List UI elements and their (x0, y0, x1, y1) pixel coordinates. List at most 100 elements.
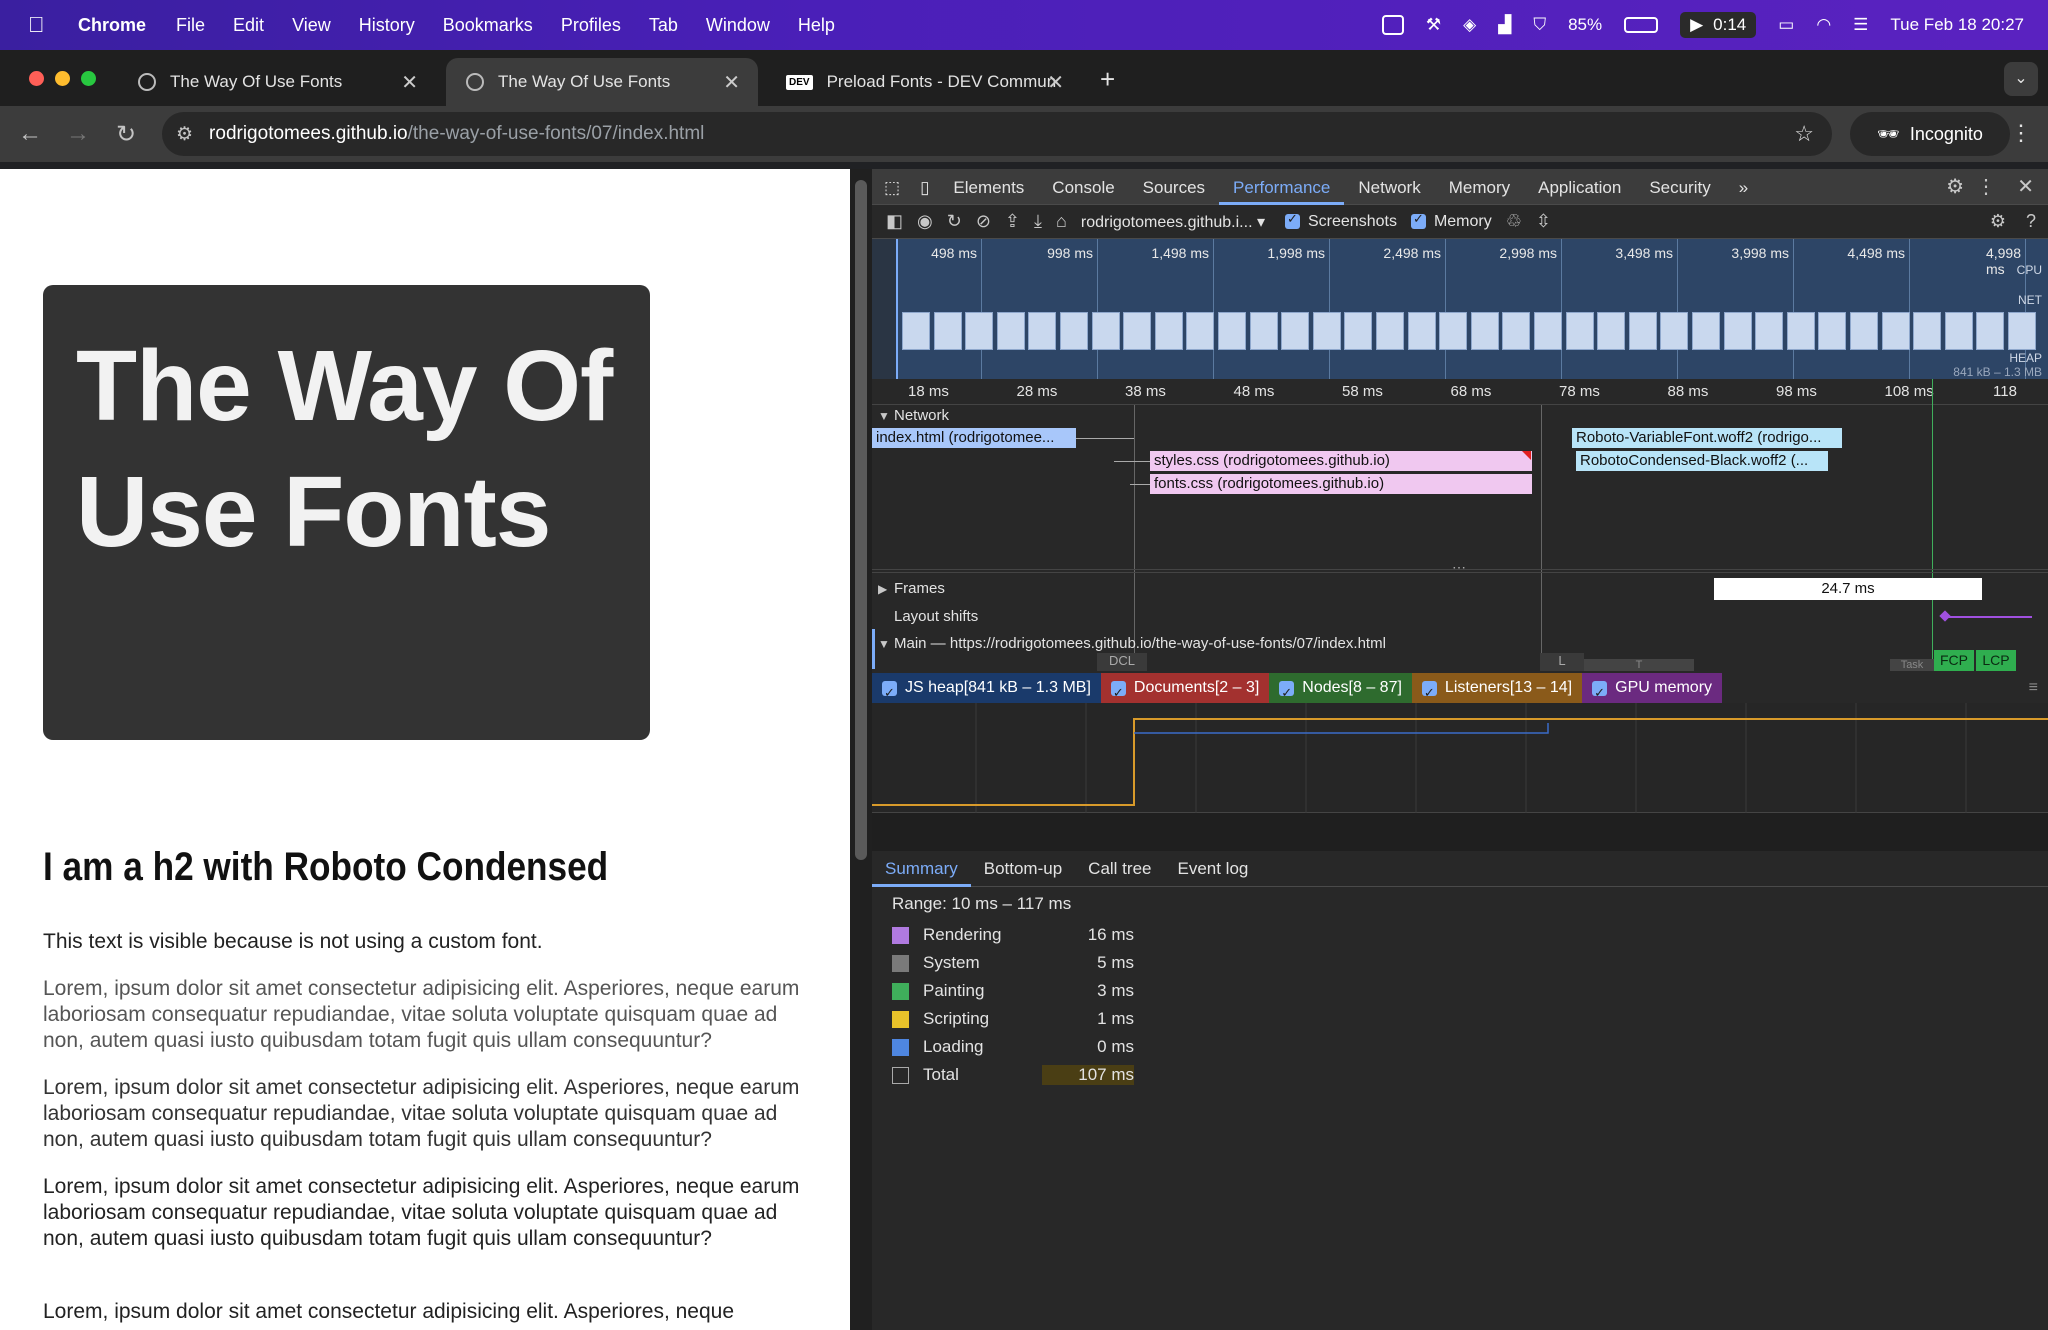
resize-handle-icon[interactable]: ⋯ (1452, 559, 1466, 576)
close-tab-icon[interactable]: ✕ (1047, 70, 1064, 95)
tab-event-log[interactable]: Event log (1164, 851, 1261, 887)
home-icon[interactable]: ⌂ (1056, 211, 1067, 232)
menu-bookmarks[interactable]: Bookmarks (443, 15, 533, 36)
load-marker[interactable]: L (1540, 653, 1584, 671)
screenshot-thumbnail[interactable] (1439, 312, 1468, 350)
tab-console[interactable]: Console (1038, 169, 1128, 205)
garbage-collect-icon[interactable]: ♲ (1506, 211, 1522, 232)
task-t-marker[interactable]: T (1584, 659, 1694, 671)
scrollbar-thumb[interactable] (855, 180, 867, 860)
apple-icon[interactable]:  (28, 12, 54, 38)
counter-nodes[interactable]: Nodes[8 – 87] (1269, 673, 1412, 708)
screenshot-thumbnail[interactable] (1154, 312, 1183, 350)
record-icon[interactable]: ◉ (917, 211, 933, 232)
browser-tab-2[interactable]: The Way Of Use Fonts ✕ (446, 58, 758, 106)
screenshot-thumbnail[interactable] (1692, 312, 1720, 350)
screenshot-thumbnail[interactable] (1186, 312, 1215, 350)
recording-indicator[interactable]: ▶ 0:14 (1680, 12, 1757, 38)
request-styles-css[interactable]: styles.css (rodrigotomees.github.io) (1150, 451, 1532, 471)
tab-performance[interactable]: Performance (1219, 169, 1345, 205)
screenshot-thumbnail[interactable] (1312, 312, 1341, 350)
close-devtools-icon[interactable]: ✕ (2017, 174, 2034, 199)
screenshot-thumbnail[interactable] (1723, 312, 1752, 350)
counter-js-heap[interactable]: JS heap[841 kB – 1.3 MB] (872, 673, 1101, 708)
timeline-overview[interactable]: 498 ms 998 ms 1,498 ms 1,998 ms 2,498 ms 2,99… (872, 239, 2048, 379)
screenshot-thumbnail[interactable] (933, 312, 962, 350)
layout-shift-marker[interactable] (1939, 610, 1951, 622)
selection-window-left-handle[interactable] (872, 239, 898, 379)
address-bar[interactable]: ⚙ rodrigotomees.github.io /the-way-of-us… (162, 112, 1832, 156)
back-arrow-icon[interactable]: ← (6, 120, 54, 148)
screenshot-thumbnail[interactable] (1913, 312, 1942, 350)
screenshot-thumbnail[interactable] (1597, 312, 1626, 350)
minimize-window-button[interactable] (55, 71, 70, 86)
hammer-icon[interactable]: ⚒ (1426, 15, 1441, 35)
screenshot-thumbnail[interactable] (1534, 312, 1562, 350)
request-roboto-variable-font[interactable]: Roboto-VariableFont.woff2 (rodrigo... (1572, 428, 1842, 448)
request-index-html[interactable]: index.html (rodrigotomee... (872, 428, 1076, 448)
screenshot-thumbnail[interactable] (1028, 312, 1057, 350)
screenshot-thumbnail[interactable] (1660, 312, 1689, 350)
dcl-marker[interactable]: DCL (1097, 653, 1147, 671)
layout-shift-bar[interactable] (1944, 616, 2032, 618)
track-config-icon[interactable]: ⇳ (1536, 211, 1551, 232)
screenshot-thumbnail[interactable] (1123, 312, 1152, 350)
menu-edit[interactable]: Edit (233, 15, 264, 36)
menu-file[interactable]: File (176, 15, 205, 36)
screenshot-thumbnail[interactable] (1976, 312, 2005, 350)
screenshot-thumbnail[interactable] (1850, 312, 1878, 350)
help-icon[interactable]: ? (2026, 211, 2036, 232)
menu-window[interactable]: Window (706, 15, 770, 36)
screenshot-thumbnail[interactable] (996, 312, 1025, 350)
tab-memory[interactable]: Memory (1435, 169, 1524, 205)
tab-elements[interactable]: Elements (939, 169, 1038, 205)
more-tabs-icon[interactable]: » (1725, 169, 1762, 205)
collapse-triangle-icon[interactable]: ▼ (878, 637, 890, 651)
close-tab-icon[interactable]: ✕ (401, 70, 418, 95)
memory-checkbox[interactable]: Memory (1410, 211, 1492, 231)
screenshot-thumbnail[interactable] (1502, 312, 1531, 350)
screenshot-thumbnail[interactable] (965, 312, 994, 350)
browser-tab-1[interactable]: The Way Of Use Fonts ✕ (118, 58, 436, 106)
device-toolbar-icon[interactable]: ▯ (910, 169, 939, 205)
screenshot-thumbnail[interactable] (1470, 312, 1499, 350)
screenshot-thumbnail[interactable] (1944, 312, 1973, 350)
datetime[interactable]: Tue Feb 18 20:27 (1890, 15, 2024, 35)
menu-profiles[interactable]: Profiles (561, 15, 621, 36)
collapse-triangle-icon[interactable]: ▼ (878, 409, 890, 423)
battery-icon[interactable] (1624, 17, 1659, 33)
html5-icon[interactable] (1381, 15, 1404, 35)
screenshot-thumbnail[interactable] (1249, 312, 1278, 350)
screenshot-thumbnail[interactable] (1060, 312, 1088, 350)
lcp-marker[interactable]: LCP (1976, 650, 2016, 671)
menu-view[interactable]: View (292, 15, 331, 36)
sidebar-toggle-icon[interactable]: ◧ (886, 211, 903, 232)
download-icon[interactable]: ⤓ (1034, 211, 1042, 232)
counter-listeners[interactable]: Listeners[13 – 14] (1411, 673, 1583, 708)
screenshot-thumbnail[interactable] (1818, 312, 1847, 350)
expand-triangle-icon[interactable]: ▶ (878, 582, 887, 596)
counter-gpu-memory[interactable]: GPU memory (1582, 673, 1723, 708)
tab-application[interactable]: Application (1524, 169, 1635, 205)
screenshot-thumbnail[interactable] (1786, 312, 1815, 350)
tab-call-tree[interactable]: Call tree (1075, 851, 1164, 887)
figma-icon[interactable]: ◈ (1463, 15, 1476, 35)
menu-tab[interactable]: Tab (649, 15, 678, 36)
screenshot-thumbnail[interactable] (1218, 312, 1246, 350)
request-roboto-condensed-black[interactable]: RobotoCondensed-Black.woff2 (... (1576, 451, 1828, 471)
tab-security[interactable]: Security (1635, 169, 1724, 205)
screenshot-thumbnail[interactable] (1091, 312, 1120, 350)
forward-arrow-icon[interactable]: → (54, 120, 102, 148)
screenshot-thumbnail[interactable] (1407, 312, 1436, 350)
tab-network[interactable]: Network (1344, 169, 1434, 205)
screenshot-thumbnail[interactable] (1755, 312, 1784, 350)
tab-search-chevron-icon[interactable]: ⌄ (2004, 62, 2038, 96)
screenshot-thumbnail[interactable] (1281, 312, 1310, 350)
stage-icon[interactable]: ▟ (1498, 15, 1511, 35)
menu-help[interactable]: Help (798, 15, 835, 36)
screenshots-checkbox[interactable]: Screenshots (1285, 211, 1397, 231)
request-fonts-css[interactable]: fonts.css (rodrigotomees.github.io) (1150, 474, 1532, 494)
zoom-window-button[interactable] (81, 71, 96, 86)
frames-track-label[interactable]: Frames (894, 580, 945, 597)
hamburger-icon[interactable]: ≡ (2029, 679, 2038, 697)
